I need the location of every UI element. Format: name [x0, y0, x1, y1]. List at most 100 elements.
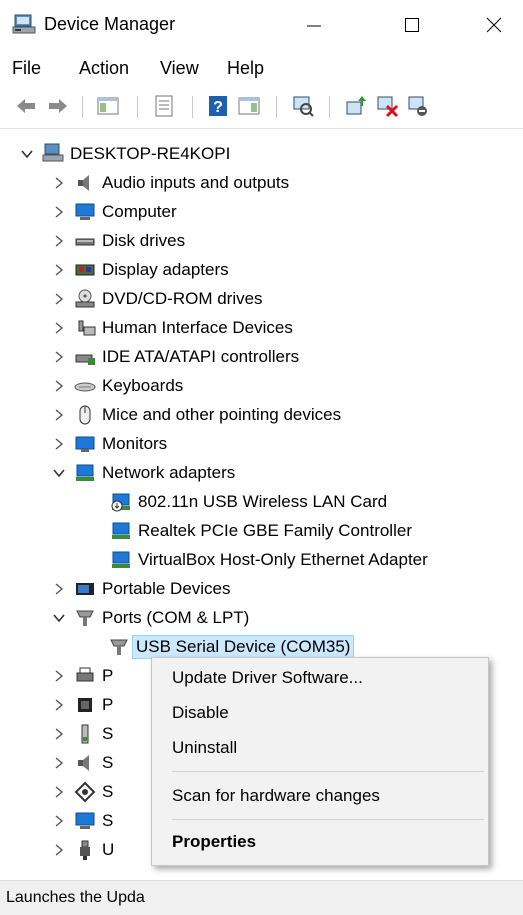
tree-item-ports[interactable]: Ports (COM & LPT): [50, 604, 249, 632]
menu-bar: File Action View Help: [0, 54, 523, 86]
tree-item-audio[interactable]: Audio inputs and outputs: [50, 169, 289, 197]
usb-controller-icon: [80, 840, 90, 860]
chevron-right-icon[interactable]: [50, 725, 68, 743]
menu-item-disable[interactable]: Disable: [172, 703, 229, 723]
network-adapter-icon: [76, 464, 94, 481]
chevron-right-icon[interactable]: [50, 261, 68, 279]
title-bar: Device Manager: [0, 0, 523, 50]
tree-item-virtualbox[interactable]: VirtualBox Host-Only Ethernet Adapter: [110, 546, 428, 574]
chevron-right-icon[interactable]: [50, 290, 68, 308]
network-adapter-icon: [112, 522, 130, 539]
tree-item-partial-2[interactable]: P: [50, 691, 113, 719]
menu-file[interactable]: File: [12, 58, 41, 79]
chevron-right-icon[interactable]: [50, 580, 68, 598]
tree-item-partial-5[interactable]: S: [50, 778, 113, 806]
network-adapter-icon: [112, 551, 130, 568]
chevron-right-icon[interactable]: [50, 435, 68, 453]
tree-item-ide[interactable]: IDE ATA/ATAPI controllers: [50, 343, 299, 371]
network-adapter-warning-icon: [111, 493, 130, 512]
minimize-button[interactable]: [285, 0, 343, 50]
tree-item-wireless-lan[interactable]: 802.11n USB Wireless LAN Card: [110, 488, 387, 516]
mouse-icon: [79, 405, 91, 425]
portable-device-icon: [76, 583, 94, 595]
help-icon[interactable]: ?: [206, 94, 230, 118]
tree-item-hid[interactable]: Human Interface Devices: [50, 314, 293, 342]
tree-item-computer[interactable]: Computer: [50, 198, 177, 226]
chevron-right-icon[interactable]: [50, 696, 68, 714]
tree-item-display-adapters[interactable]: Display adapters: [50, 256, 229, 284]
tree-item-realtek[interactable]: Realtek PCIe GBE Family Controller: [110, 517, 412, 545]
chevron-right-icon[interactable]: [50, 203, 68, 221]
tree-root-label: DESKTOP-RE4KOPI: [70, 144, 231, 163]
tree-item-partial-1[interactable]: P: [50, 662, 113, 690]
chevron-right-icon[interactable]: [50, 377, 68, 395]
chevron-right-icon[interactable]: [50, 812, 68, 830]
maximize-button[interactable]: [383, 0, 441, 50]
chevron-right-icon[interactable]: [50, 754, 68, 772]
port-connector-icon: [76, 610, 94, 626]
action-pane-icon[interactable]: [237, 94, 261, 118]
device-manager-icon: [12, 14, 36, 34]
speaker-icon: [78, 175, 89, 191]
tree-item-disk-drives[interactable]: Disk drives: [50, 227, 185, 255]
close-icon: [486, 17, 502, 33]
chevron-right-icon[interactable]: [50, 232, 68, 250]
dvd-drive-icon: [75, 289, 95, 308]
menu-help[interactable]: Help: [227, 58, 264, 79]
tree-item-partial-7[interactable]: U: [50, 836, 114, 864]
chevron-right-icon[interactable]: [50, 348, 68, 366]
display-adapter-icon: [75, 264, 95, 276]
chevron-right-icon[interactable]: [50, 841, 68, 859]
forward-icon[interactable]: [46, 94, 70, 118]
uninstall-device-icon[interactable]: [375, 94, 399, 118]
chevron-right-icon[interactable]: [50, 174, 68, 192]
context-menu: Update Driver Software... Disable Uninst…: [151, 657, 489, 866]
tree-item-network-adapters[interactable]: Network adapters: [50, 459, 235, 487]
printer-icon: [76, 667, 94, 682]
menu-item-update-driver[interactable]: Update Driver Software...: [172, 668, 363, 688]
menu-separator: [172, 771, 484, 772]
menu-separator: [172, 819, 484, 820]
tree-item-monitors[interactable]: Monitors: [50, 430, 167, 458]
chevron-right-icon[interactable]: [50, 783, 68, 801]
tree-item-partial-6[interactable]: S: [50, 807, 113, 835]
close-button[interactable]: [465, 0, 523, 50]
tree-item-dvd[interactable]: DVD/CD-ROM drives: [50, 285, 263, 313]
computer-desktop-icon: [42, 143, 64, 162]
toolbar: ?: [0, 88, 523, 129]
tree-item-keyboards[interactable]: Keyboards: [50, 372, 183, 400]
minimize-icon: [307, 25, 321, 27]
menu-item-properties[interactable]: Properties: [172, 832, 256, 852]
tree-item-partial-4[interactable]: S: [50, 749, 113, 777]
menu-item-scan-hardware[interactable]: Scan for hardware changes: [172, 786, 380, 806]
chevron-right-icon[interactable]: [50, 667, 68, 685]
security-device-icon: [81, 724, 89, 744]
menu-view[interactable]: View: [160, 58, 199, 79]
chevron-down-icon[interactable]: [50, 609, 68, 627]
tree-item-partial-3[interactable]: S: [50, 720, 113, 748]
chevron-right-icon[interactable]: [50, 406, 68, 424]
update-driver-icon[interactable]: [344, 94, 368, 118]
maximize-icon: [405, 18, 419, 32]
disable-device-icon[interactable]: [406, 94, 430, 118]
show-hide-console-tree-icon[interactable]: [96, 94, 120, 118]
svg-text:?: ?: [213, 99, 223, 116]
window-title: Device Manager: [44, 14, 176, 34]
tree-item-portable[interactable]: Portable Devices: [50, 575, 231, 603]
status-bar: Launches the Upda: [0, 880, 523, 915]
monitor-icon: [75, 436, 95, 452]
menu-action[interactable]: Action: [79, 58, 129, 79]
chevron-down-icon[interactable]: [50, 464, 68, 482]
tree-item-mice[interactable]: Mice and other pointing devices: [50, 401, 341, 429]
system-devices-icon: [75, 812, 95, 829]
tree-root[interactable]: DESKTOP-RE4KOPI: [18, 140, 230, 168]
disk-drive-icon: [75, 238, 95, 246]
status-text: Launches the Upda: [6, 889, 145, 906]
menu-item-uninstall[interactable]: Uninstall: [172, 738, 237, 758]
properties-icon[interactable]: [152, 94, 176, 118]
monitor-icon: [75, 203, 95, 220]
chevron-down-icon[interactable]: [18, 145, 36, 163]
back-icon[interactable]: [14, 94, 38, 118]
scan-hardware-icon[interactable]: [291, 94, 315, 118]
chevron-right-icon[interactable]: [50, 319, 68, 337]
